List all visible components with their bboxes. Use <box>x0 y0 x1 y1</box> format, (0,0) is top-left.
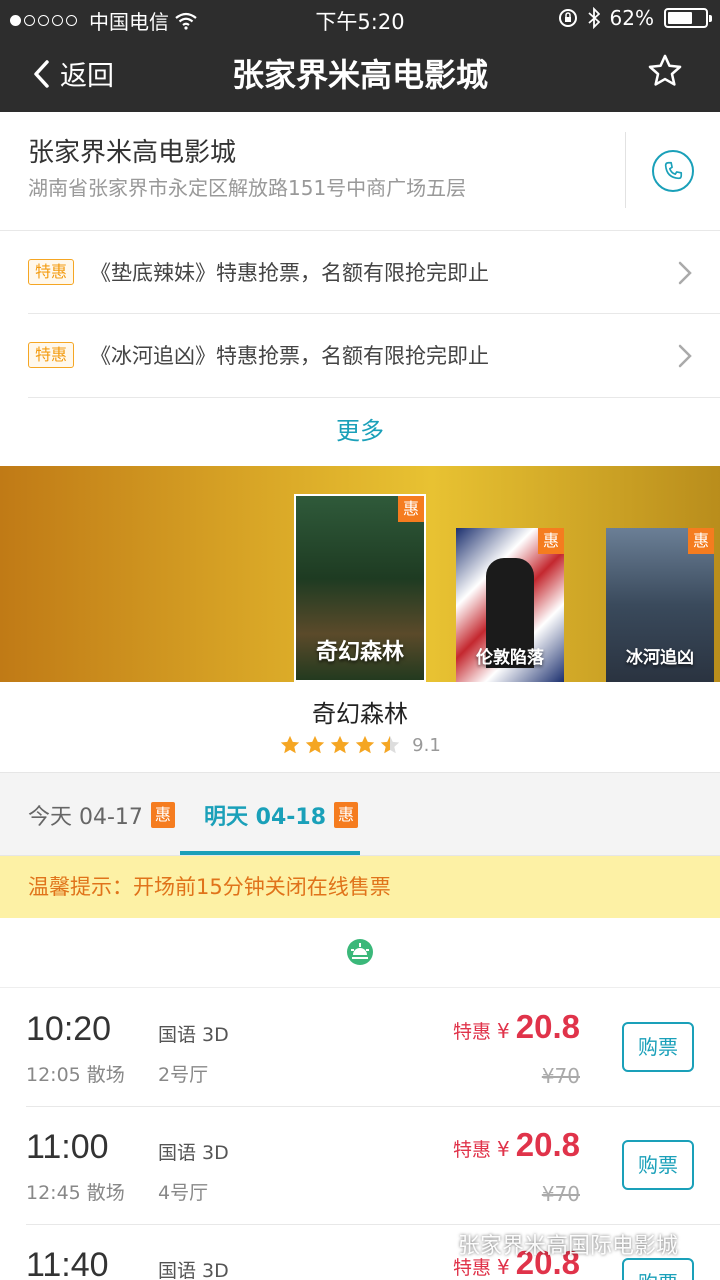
price-value: 20.8 <box>515 1008 580 1045</box>
price: 特惠 ¥ 20.8 <box>453 1008 580 1046</box>
bluetooth-icon <box>587 7 600 29</box>
hall-number: 2号厅 <box>158 1064 209 1086</box>
poster-card[interactable]: 惠 奇幻森林 <box>294 494 426 682</box>
watermark-text: 张家界米高国际电影城 <box>458 1234 679 1259</box>
divider <box>26 1106 720 1107</box>
chevron-right-icon <box>678 344 692 368</box>
divider <box>26 1224 720 1225</box>
cinema-info: 张家界米高电影城 湖南省张家界市永定区解放路151号中商广场五层 <box>0 112 720 230</box>
phone-button[interactable] <box>652 150 694 192</box>
poster-title: 伦敦陷落 <box>476 648 544 668</box>
battery-icon <box>664 8 712 28</box>
poster-card[interactable]: 惠 伦敦陷落 <box>456 528 564 682</box>
price-value: 20.8 <box>515 1126 580 1163</box>
date-tabs: 今天 04-17 惠 明天 04-18 惠 <box>0 772 720 856</box>
tab-label: 今天 04-17 <box>28 805 143 830</box>
price-label: 特惠 <box>453 1021 492 1043</box>
back-label: 返回 <box>60 61 114 92</box>
star-icon <box>306 735 325 754</box>
tab-tomorrow[interactable]: 明天 04-18 惠 <box>204 799 359 831</box>
promo-tag: 特惠 <box>28 259 75 285</box>
phone-icon <box>664 161 683 180</box>
end-time: 12:45 散场 <box>26 1182 125 1204</box>
tab-today[interactable]: 今天 04-17 惠 <box>28 799 175 831</box>
promo-text: 《垫底辣妹》特惠抢票，名额有限抢完即止 <box>90 261 489 285</box>
discount-badge: 惠 <box>150 802 175 828</box>
chevron-right-icon <box>678 261 692 285</box>
buy-ticket-button[interactable]: 购票 <box>622 1258 694 1280</box>
cinema-address: 湖南省张家界市永定区解放路151号中商广场五层 <box>28 176 467 200</box>
language-format: 国语 3D <box>158 1142 229 1164</box>
original-price: ¥70 <box>541 1182 580 1206</box>
poster-card[interactable]: 惠 冰河追凶 <box>606 528 714 682</box>
active-tab-indicator <box>180 851 360 855</box>
divider <box>28 397 720 398</box>
promo-item[interactable]: 特惠 《垫底辣妹》特惠抢票，名额有限抢完即止 <box>0 231 720 313</box>
language-format: 国语 3D <box>158 1260 229 1280</box>
start-time: 11:00 <box>26 1128 109 1166</box>
star-icon <box>331 735 350 754</box>
price-label: 特惠 <box>453 1139 492 1161</box>
session-period-header <box>0 918 720 988</box>
promo-text: 《冰河追凶》特惠抢票，名额有限抢完即止 <box>90 344 489 368</box>
discount-badge: 惠 <box>688 528 714 554</box>
back-button[interactable]: 返回 <box>32 54 114 93</box>
sunrise-icon <box>347 939 373 965</box>
currency-symbol: ¥ <box>497 1137 510 1161</box>
language-format: 国语 3D <box>158 1024 229 1046</box>
selected-movie-title: 奇幻森林 <box>312 700 408 728</box>
chevron-left-icon <box>34 59 49 88</box>
start-time: 11:40 <box>26 1246 109 1280</box>
promo-item[interactable]: 特惠 《冰河追凶》特惠抢票，名额有限抢完即止 <box>0 314 720 396</box>
promo-tag: 特惠 <box>28 342 75 368</box>
rating-score: 9.1 <box>412 734 441 756</box>
poster-title: 冰河追凶 <box>626 648 694 668</box>
star-icon <box>356 735 375 754</box>
battery-percent: 62% <box>609 6 654 30</box>
discount-badge: 惠 <box>334 802 359 828</box>
favorite-star-button[interactable] <box>646 52 684 94</box>
tab-label: 明天 04-18 <box>204 805 327 830</box>
currency-symbol: ¥ <box>497 1019 510 1043</box>
wechat-icon <box>420 1233 449 1254</box>
notice-banner: 温馨提示：开场前15分钟关闭在线售票 <box>0 856 720 918</box>
poster-carousel[interactable]: 惠 奇幻森林 惠 伦敦陷落 惠 冰河追凶 <box>0 466 720 682</box>
top-bar: 中国电信 下午5:20 62% 返回 张家界米高电影城 <box>0 0 720 112</box>
discount-badge: 惠 <box>538 528 564 554</box>
discount-badge: 惠 <box>398 496 424 522</box>
hall-number: 4号厅 <box>158 1182 209 1204</box>
orientation-lock-icon <box>558 9 577 27</box>
showtime-row: 11:00 12:45 散场 国语 3D 4号厅 特惠 ¥ 20.8 ¥70 购… <box>0 1108 720 1226</box>
status-bar: 中国电信 下午5:20 62% <box>0 0 720 36</box>
buy-ticket-button[interactable]: 购票 <box>622 1140 694 1190</box>
movie-rating: 9.1 <box>0 734 720 756</box>
buy-ticket-button[interactable]: 购票 <box>622 1022 694 1072</box>
poster-title: 奇幻森林 <box>315 640 404 665</box>
price: 特惠 ¥ 20.8 <box>453 1126 580 1164</box>
nav-bar: 返回 张家界米高电影城 <box>0 36 720 112</box>
watermark: 张家界米高国际电影城 <box>420 1228 678 1260</box>
cinema-name: 张家界米高电影城 <box>28 138 237 168</box>
star-icon <box>281 735 300 754</box>
divider <box>625 132 626 208</box>
showtime-row: 10:20 12:05 散场 国语 3D 2号厅 特惠 ¥ 20.8 ¥70 购… <box>0 990 720 1108</box>
start-time: 10:20 <box>26 1010 112 1048</box>
original-price: ¥70 <box>541 1064 580 1088</box>
star-outline-icon <box>648 54 682 86</box>
more-link[interactable]: 更多 <box>0 400 720 466</box>
half-star-icon <box>381 735 400 754</box>
end-time: 12:05 散场 <box>26 1064 125 1086</box>
